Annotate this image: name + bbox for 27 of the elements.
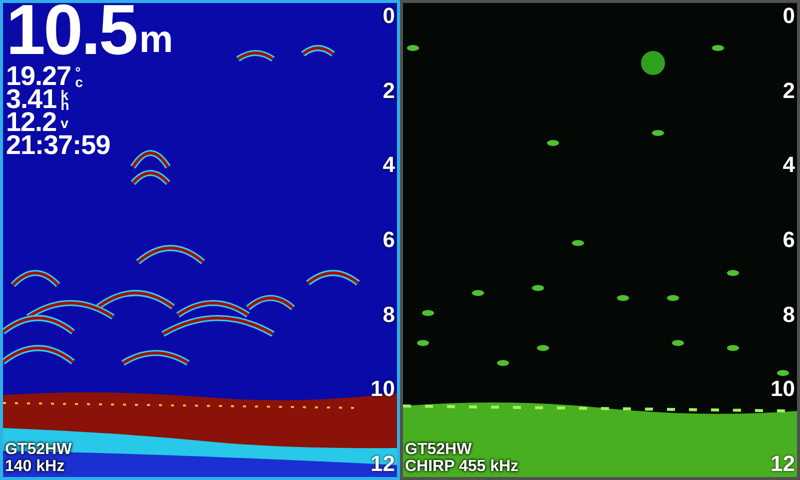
- unit-label: ° c: [75, 66, 83, 86]
- depth-scale-label: 10: [370, 377, 395, 402]
- source-label: 140 kHz: [5, 458, 66, 475]
- depth-scale-label: 2: [782, 78, 795, 103]
- reading: 19.27: [6, 65, 72, 88]
- depth-scale-label: 0: [382, 4, 395, 28]
- sonar-panel[interactable]: 0 2 4 6 8 10 12 GT52HW CHIRP 455 kHz: [400, 0, 800, 480]
- depth-reading: 10.5: [6, 3, 136, 63]
- source-label: GT52HW: [405, 441, 473, 458]
- depth-scale-label: 8: [782, 302, 795, 327]
- depth-scale-label: 4: [382, 153, 395, 178]
- unit-label: m: [139, 23, 173, 57]
- reading: 21:37:59: [6, 134, 110, 157]
- depth-scale-label: 6: [782, 228, 795, 252]
- depth-scale-label: 2: [382, 78, 395, 103]
- depth-scale-label: 6: [382, 228, 395, 252]
- unit-label: k h: [60, 90, 70, 110]
- depth-scale-label: 0: [782, 4, 795, 28]
- depth-scale-label: 12: [770, 452, 795, 476]
- depth-scale-label: 12: [370, 452, 395, 476]
- depth-scale-label: 8: [382, 302, 395, 327]
- reading: 12.2: [6, 111, 57, 134]
- depth-scale-label: 4: [782, 153, 795, 178]
- depth-scale-label: 10: [770, 377, 795, 402]
- unit-label: v: [60, 118, 68, 128]
- reading: 3.41: [6, 88, 57, 111]
- source-label: CHIRP 455 kHz: [405, 458, 519, 475]
